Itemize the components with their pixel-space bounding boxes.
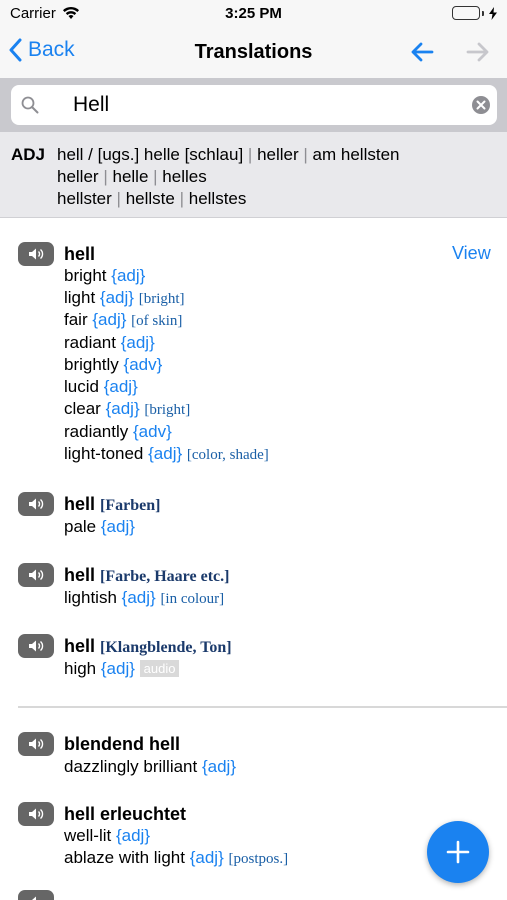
battery-icon [452,6,497,20]
arrow-right-icon [466,42,489,62]
speaker-button[interactable] [18,563,54,587]
speaker-icon [29,640,44,652]
status-bar: Carrier 3:25 PM [0,0,507,28]
translation-line[interactable]: radiant {adj} [64,333,155,353]
translation-line[interactable]: brightly {adv} [64,355,162,375]
speaker-icon [29,498,44,510]
translation-line[interactable]: light-toned {adj} [color, shade] [64,444,269,464]
speaker-icon [29,248,44,260]
entry-headword: hell [Klangblende, Ton] [64,636,232,656]
translation-line[interactable]: pale {adj} [64,517,135,537]
inflection-header: ADJ hell / [ugs.] helle [schlau] | helle… [0,132,507,218]
plus-icon [446,840,470,864]
speaker-button[interactable] [18,634,54,658]
speaker-icon [29,569,44,581]
entry-context: [Farbe, Haare etc.] [100,568,230,585]
inflection-forms: hell / [ugs.] helle [schlau] | heller | … [57,144,399,210]
status-time: 3:25 PM [225,5,282,22]
inflection-form: helles [162,167,207,186]
entry-headword: hell erleuchtet [64,804,187,824]
view-button[interactable]: View [452,243,491,264]
inflection-form: hell / [ugs.] helle [schlau] [57,145,244,164]
inflection-form: heller [57,167,99,186]
speaker-button[interactable] [18,802,54,826]
navigation-bar: Back Translations [0,28,507,78]
entry-headword: hell [64,244,96,264]
clear-circle-icon[interactable] [471,95,491,115]
speaker-icon [29,896,36,900]
translation-line[interactable]: fair {adj} [of skin] [64,310,182,330]
translation-line[interactable]: light {adj} [bright] [64,288,185,308]
arrow-left-icon [411,42,434,62]
entry-context: [Farben] [100,497,161,514]
part-of-speech: ADJ [11,145,46,164]
inflection-form: hellste [125,189,175,208]
inflection-row: heller | helle | helles [57,167,207,186]
search-box [11,85,497,125]
section-divider [18,706,507,708]
translation-line[interactable]: clear {adj} [bright] [64,399,190,419]
search-input[interactable] [73,91,453,119]
entry-headword: hell [Farbe, Haare etc.] [64,565,230,585]
inflection-form: helle [112,167,149,186]
speaker-button[interactable] [18,890,54,900]
translation-line[interactable]: lightish {adj} [in colour] [64,588,224,608]
speaker-icon [29,808,44,820]
speaker-button[interactable] [18,732,54,756]
translation-line[interactable]: well-lit {adj} [64,826,150,846]
translation-line[interactable]: high {adj} audio [64,659,180,679]
speaker-button[interactable] [18,242,54,266]
search-bar [0,78,507,132]
entry-context: [Klangblende, Ton] [100,639,232,656]
entry-headword: blendend hell [64,734,181,754]
inflection-form: hellstes [188,189,247,208]
translation-line[interactable]: radiantly {adv} [64,422,172,442]
next-button[interactable] [466,42,490,67]
translation-line[interactable]: dazzlingly brilliant {adj} [64,757,236,777]
inflection-form: heller [257,145,299,164]
inflection-row: hell / [ugs.] helle [schlau] | heller | … [57,145,400,164]
inflection-row: hellster | hellste | hellstes [57,189,247,208]
speaker-icon [29,738,44,750]
translation-line[interactable]: bright {adj} [64,266,145,286]
add-button[interactable] [427,821,489,883]
inflection-form: am hellsten [312,145,400,164]
translation-line[interactable]: ablaze with light {adj} [postpos.] [64,848,288,868]
previous-button[interactable] [410,42,434,67]
audio-tag: audio [139,660,180,677]
speaker-button[interactable] [18,492,54,516]
magnifier-icon [21,96,39,114]
entry-headword: hell [Farben] [64,494,161,514]
inflection-form: hellster [57,189,112,208]
translation-line[interactable]: lucid {adj} [64,377,138,397]
